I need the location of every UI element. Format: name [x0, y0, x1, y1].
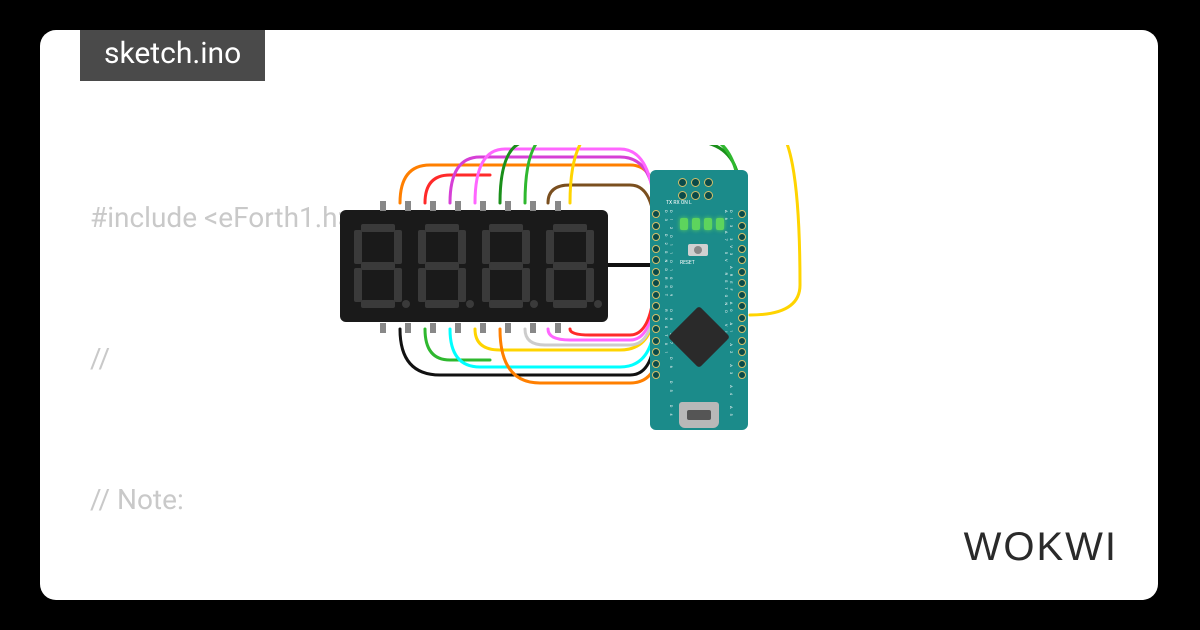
wokwi-logo-text: WOKWI: [964, 525, 1118, 569]
usb-port-icon: [679, 402, 719, 428]
indicator-labels: TX RX ON L: [666, 200, 692, 206]
tx-led-icon: [680, 218, 688, 230]
right-pin-labels: D13 3V3 AREF A0 A1 A2 A3 A4 A5 A6 A7 5V …: [724, 210, 734, 430]
digit-1: [352, 222, 404, 310]
reset-button[interactable]: [688, 244, 708, 256]
seven-segment-pins-top: [370, 201, 570, 211]
isp-header: [678, 178, 714, 201]
arduino-nano-board[interactable]: TX RX ON L RESET D12D11D10D9 D8 D7 D6 D5…: [650, 170, 748, 430]
code-line: // Note:: [90, 476, 1138, 523]
digit-3: [480, 222, 532, 310]
left-pin-header: [652, 210, 660, 379]
reset-label: RESET: [680, 260, 695, 266]
digit-4: [544, 222, 596, 310]
wokwi-logo[interactable]: WOKWI: [964, 525, 1118, 570]
right-pin-header: [738, 210, 746, 379]
rx-led-icon: [692, 218, 700, 230]
preview-card: sketch.ino #include <eForth1.h> // // No…: [40, 30, 1158, 600]
circuit-diagram[interactable]: TX RX ON L RESET D12D11D10D9 D8 D7 D6 D5…: [330, 145, 910, 435]
left-pin-labels: D12D11D10D9 D8 D7 D6 D5 D4 D3 D2GNDRST R…: [664, 210, 674, 430]
digit-2: [416, 222, 468, 310]
status-leds: [680, 218, 724, 230]
seven-segment-pins-bottom: [370, 323, 570, 333]
seven-segment-display[interactable]: [340, 210, 608, 322]
l-led-icon: [716, 218, 724, 230]
on-led-icon: [704, 218, 712, 230]
file-tab[interactable]: sketch.ino: [80, 30, 265, 81]
mcu-chip-icon: [668, 306, 730, 368]
file-tab-label: sketch.ino: [104, 36, 241, 71]
